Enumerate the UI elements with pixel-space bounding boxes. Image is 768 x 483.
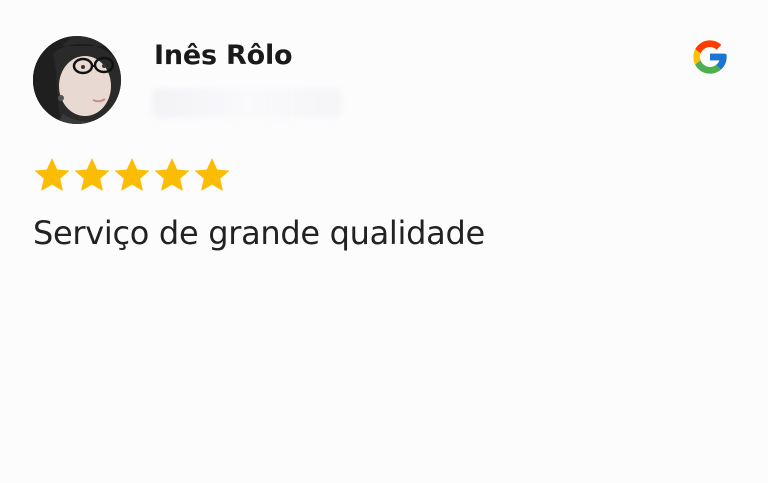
star-icon: [114, 158, 150, 191]
google-g-icon: [690, 37, 730, 77]
star-icon: [154, 158, 190, 191]
star-icon: [194, 158, 230, 191]
avatar-photo-icon: [33, 36, 121, 124]
reviewer-name: Inês Rôlo: [154, 40, 293, 71]
star-icon: [74, 158, 110, 191]
review-text: Serviço de grande qualidade: [33, 214, 485, 252]
review-date: [152, 88, 342, 118]
review-card: Inês Rôlo Serviço de grande qualidade: [0, 0, 768, 483]
star-rating: [32, 155, 232, 195]
star-icon: [34, 158, 70, 191]
reviewer-avatar[interactable]: [33, 36, 121, 124]
